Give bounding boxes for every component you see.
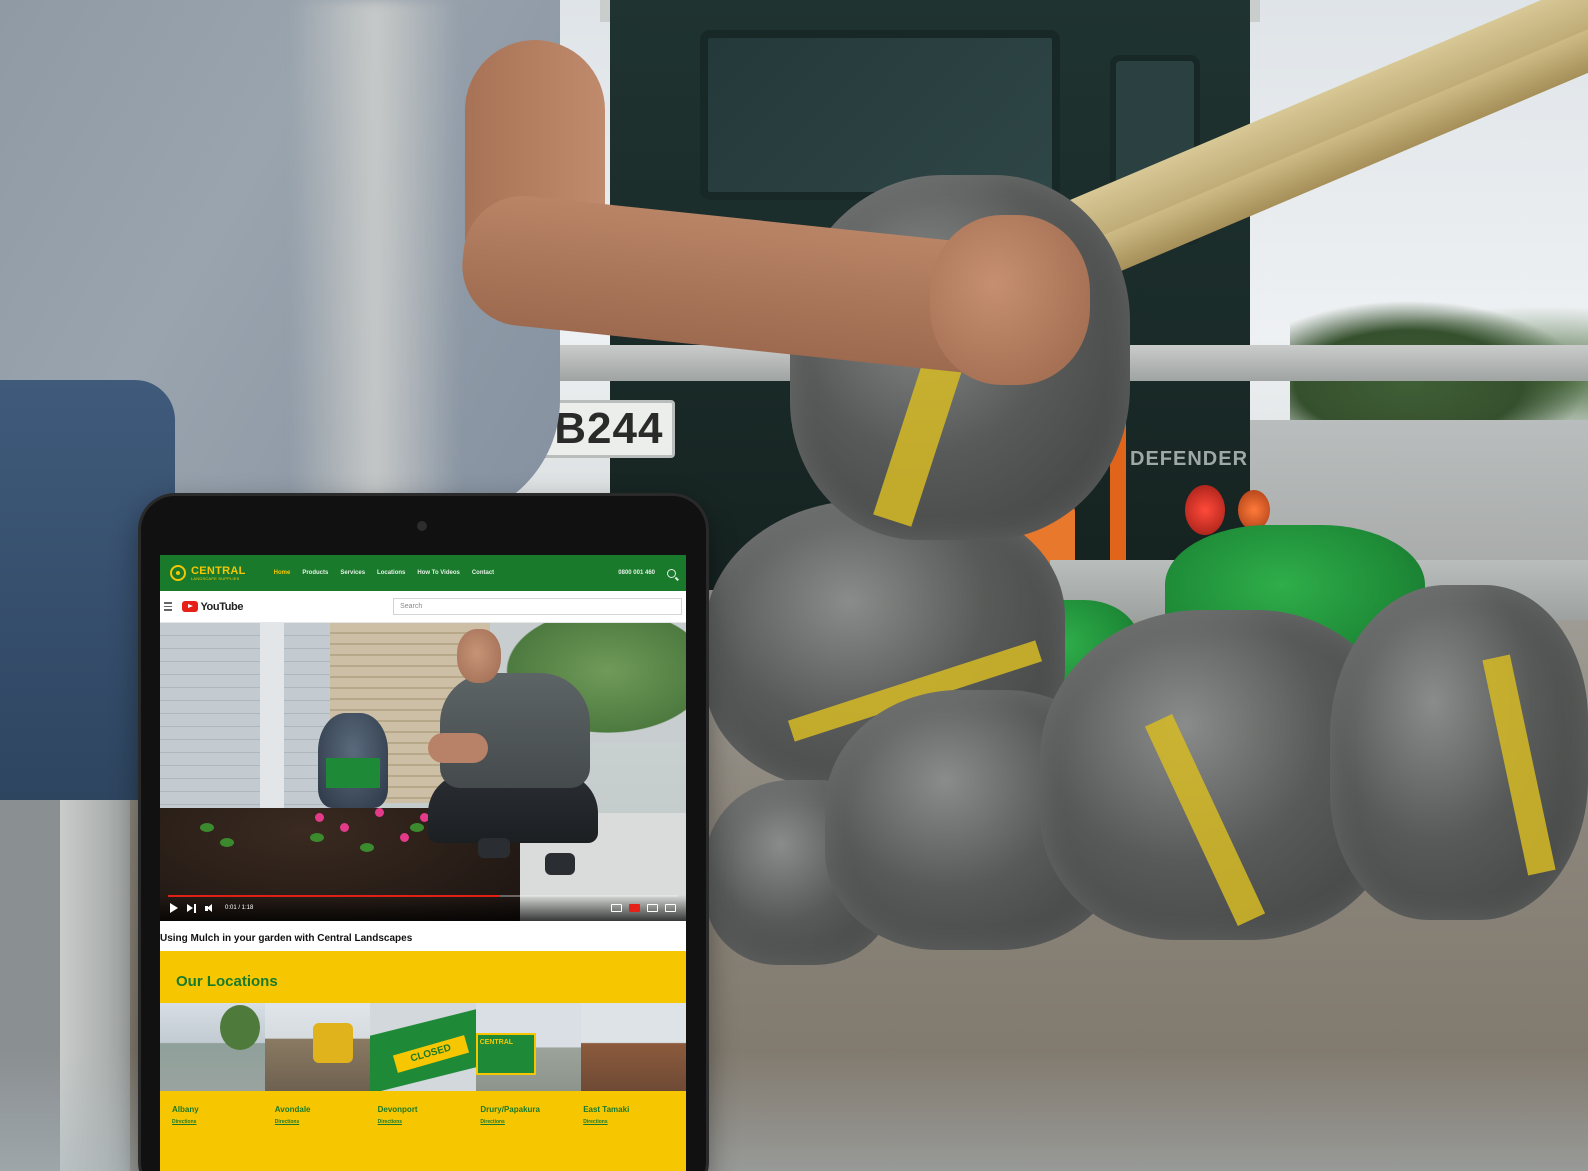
miniplayer-icon[interactable]: [647, 904, 658, 912]
person-hand: [930, 215, 1090, 385]
directions-link[interactable]: Directions: [480, 1119, 583, 1125]
location-name[interactable]: Avondale: [275, 1105, 378, 1114]
nav-services[interactable]: Services: [340, 570, 365, 576]
captions-icon[interactable]: [611, 904, 622, 912]
location-item: Albany Directions: [172, 1105, 275, 1125]
site-logo[interactable]: CENTRAL LANDSCAPE SUPPLIES: [170, 565, 246, 581]
hamburger-menu-icon[interactable]: [164, 602, 173, 611]
tablet-screen: CENTRAL LANDSCAPE SUPPLIES Home Products…: [160, 555, 686, 1171]
location-photo-drury[interactable]: CENTRAL: [475, 1003, 581, 1091]
settings-icon[interactable]: [629, 904, 640, 912]
theater-icon[interactable]: [665, 904, 676, 912]
location-photo-east-tamaki[interactable]: [580, 1003, 686, 1091]
location-photo-albany[interactable]: [160, 1003, 266, 1091]
location-name[interactable]: Devonport: [378, 1105, 481, 1114]
logo-subtext: LANDSCAPE SUPPLIES: [191, 575, 240, 581]
location-photos: CLOSED CENTRAL: [160, 1003, 686, 1091]
presenter-shoe: [478, 838, 510, 858]
leaf: [220, 838, 234, 847]
location-photo-devonport[interactable]: CLOSED: [370, 1003, 476, 1091]
location-item: Avondale Directions: [275, 1105, 378, 1125]
leaf: [200, 823, 214, 832]
leaf: [360, 843, 374, 852]
mulch-bag: [1330, 585, 1588, 920]
video-controls: 0:01 / 1:18: [160, 895, 686, 921]
nav-how-to-videos[interactable]: How To Videos: [417, 570, 459, 576]
central-sign-text: CENTRAL: [479, 1039, 514, 1046]
presenter-shirt: [440, 673, 590, 788]
volume-icon[interactable]: [205, 903, 216, 913]
nav-locations[interactable]: Locations: [377, 570, 405, 576]
location-name[interactable]: East Tamaki: [583, 1105, 686, 1114]
tail-light: [1185, 485, 1225, 535]
youtube-search-input[interactable]: Search: [393, 598, 682, 615]
location-photo-avondale[interactable]: [265, 1003, 371, 1091]
directions-link[interactable]: Directions: [172, 1119, 275, 1125]
phone-number[interactable]: 0800 001 460: [618, 570, 655, 576]
play-icon[interactable]: [170, 903, 178, 913]
presenter-shoe: [545, 853, 575, 875]
nav-contact[interactable]: Contact: [472, 570, 494, 576]
truck-badge: DEFENDER: [1130, 448, 1249, 470]
video-title: Using Mulch in your garden with Central …: [160, 933, 413, 944]
search-icon[interactable]: [667, 568, 676, 578]
nav-products[interactable]: Products: [302, 570, 328, 576]
youtube-header: YouTube Search: [160, 591, 686, 623]
flower: [340, 823, 349, 832]
location-name[interactable]: Drury/Papakura: [480, 1105, 583, 1114]
tail-light: [1238, 490, 1270, 530]
truck-rear-window: [700, 30, 1060, 200]
camera-icon: [417, 521, 427, 531]
leaf: [410, 823, 424, 832]
video-player[interactable]: 0:01 / 1:18: [160, 623, 686, 921]
youtube-wordmark: YouTube: [200, 600, 244, 613]
directions-link[interactable]: Directions: [378, 1119, 481, 1125]
motion-blur: [290, 0, 460, 500]
video-time: 0:01 / 1:18: [225, 905, 254, 911]
logo-text: CENTRAL: [191, 564, 246, 577]
mulch-bag-label: [326, 758, 380, 788]
youtube-play-icon: [182, 601, 199, 612]
flower: [375, 808, 384, 817]
location-item: Drury/Papakura Directions: [480, 1105, 583, 1125]
location-item: Devonport Directions: [378, 1105, 481, 1125]
location-name[interactable]: Albany: [172, 1105, 275, 1114]
tablet-device: CENTRAL LANDSCAPE SUPPLIES Home Products…: [141, 496, 706, 1171]
logo-icon: [170, 565, 186, 581]
location-item: East Tamaki Directions: [583, 1105, 686, 1125]
directions-link[interactable]: Directions: [275, 1119, 378, 1125]
youtube-logo[interactable]: YouTube: [182, 601, 243, 613]
leaf: [310, 833, 324, 842]
downpipe: [260, 623, 284, 833]
presenter-arm: [428, 733, 488, 763]
nav-home[interactable]: Home: [274, 570, 291, 576]
locations-heading: Our Locations: [176, 973, 278, 990]
presenter-head: [457, 629, 501, 683]
location-list: Albany Directions Avondale Directions De…: [160, 1091, 686, 1125]
flower: [315, 813, 324, 822]
next-icon[interactable]: [187, 903, 196, 913]
flower: [400, 833, 409, 842]
directions-link[interactable]: Directions: [583, 1119, 686, 1125]
site-navbar: CENTRAL LANDSCAPE SUPPLIES Home Products…: [160, 555, 686, 591]
locations-section: Our Locations CLOSED CENTRAL Albany Dire…: [160, 951, 686, 1171]
